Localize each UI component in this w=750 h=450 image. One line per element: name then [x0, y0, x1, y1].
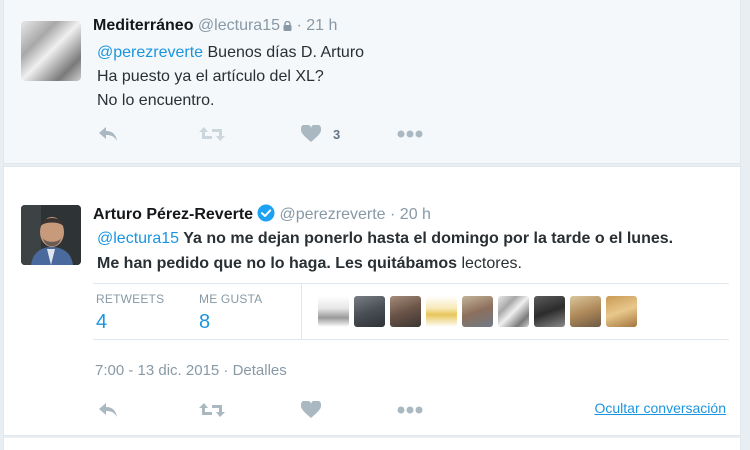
retweets-stat[interactable]: RETWEETS 4 — [96, 292, 164, 334]
retweet-button[interactable] — [199, 400, 225, 420]
timestamp[interactable]: · 20 h — [390, 206, 431, 223]
tweet-card-perezreverte[interactable]: Arturo Pérez-Reverte @perezreverte · 20 … — [3, 166, 741, 436]
like-icon — [301, 401, 321, 418]
mention-link[interactable]: @lectura15 — [97, 230, 179, 247]
mention-link[interactable]: @perezreverte — [97, 44, 203, 61]
liker-avatar[interactable] — [498, 296, 529, 327]
tweet-header: Arturo Pérez-Reverte @perezreverte · 20 … — [93, 204, 431, 224]
next-card-edge — [3, 438, 741, 450]
retweet-icon — [199, 403, 225, 417]
username[interactable]: @perezreverte — [280, 206, 386, 223]
verified-icon — [257, 204, 275, 222]
more-icon — [397, 406, 423, 414]
retweet-button[interactable] — [199, 124, 225, 144]
like-count: 3 — [333, 126, 341, 142]
timestamp[interactable]: · 21 h — [296, 17, 337, 34]
fullname[interactable]: Mediterráneo — [93, 17, 193, 34]
like-icon — [301, 125, 321, 142]
liker-avatar[interactable] — [534, 296, 565, 327]
likes-stat[interactable]: ME GUSTA 8 — [199, 292, 262, 334]
avatar-photo — [21, 205, 81, 265]
like-button[interactable]: 3 — [301, 124, 340, 144]
liker-avatar[interactable] — [570, 296, 601, 327]
reply-icon — [99, 127, 117, 141]
avatar[interactable] — [21, 205, 81, 265]
more-icon — [397, 130, 423, 138]
liker-avatar[interactable] — [462, 296, 493, 327]
lock-icon — [283, 21, 292, 31]
reply-icon — [99, 403, 117, 417]
avatar[interactable] — [21, 21, 81, 81]
more-button[interactable] — [397, 124, 423, 144]
likes-count: 8 — [199, 311, 211, 333]
retweet-icon — [199, 127, 225, 141]
fullname[interactable]: Arturo Pérez-Reverte — [93, 206, 253, 223]
tweet-card-mediterraneo[interactable]: Mediterráneo @lectura15 · 21 h @perezrev… — [3, 0, 741, 164]
tweet-text: @lectura15 Ya no me dejan ponerlo hasta … — [97, 230, 674, 272]
liker-avatar[interactable] — [318, 296, 349, 327]
tweet-text: @perezreverte Buenos días D. Arturo Ha p… — [97, 44, 365, 109]
reply-button[interactable] — [97, 400, 119, 420]
like-button[interactable] — [301, 400, 321, 420]
tweet-timestamp[interactable]: 7:00 - 13 dic. 2015 · Detalles — [95, 362, 287, 379]
likers-avatars — [318, 296, 637, 327]
liker-avatar[interactable] — [390, 296, 421, 327]
tweet-actions: 3 — [97, 124, 717, 144]
tweet-stats: RETWEETS 4 ME GUSTA 8 — [93, 283, 729, 340]
tweet-header: Mediterráneo @lectura15 · 21 h — [93, 17, 337, 35]
liker-avatar[interactable] — [606, 296, 637, 327]
stats-divider — [301, 284, 302, 340]
liker-avatar[interactable] — [426, 296, 457, 327]
more-button[interactable] — [397, 400, 423, 420]
hide-conversation-link[interactable]: Ocultar conversación — [594, 400, 726, 416]
reply-button[interactable] — [97, 124, 119, 144]
retweets-count: 4 — [96, 311, 108, 333]
username[interactable]: @lectura15 — [198, 17, 280, 34]
liker-avatar[interactable] — [354, 296, 385, 327]
